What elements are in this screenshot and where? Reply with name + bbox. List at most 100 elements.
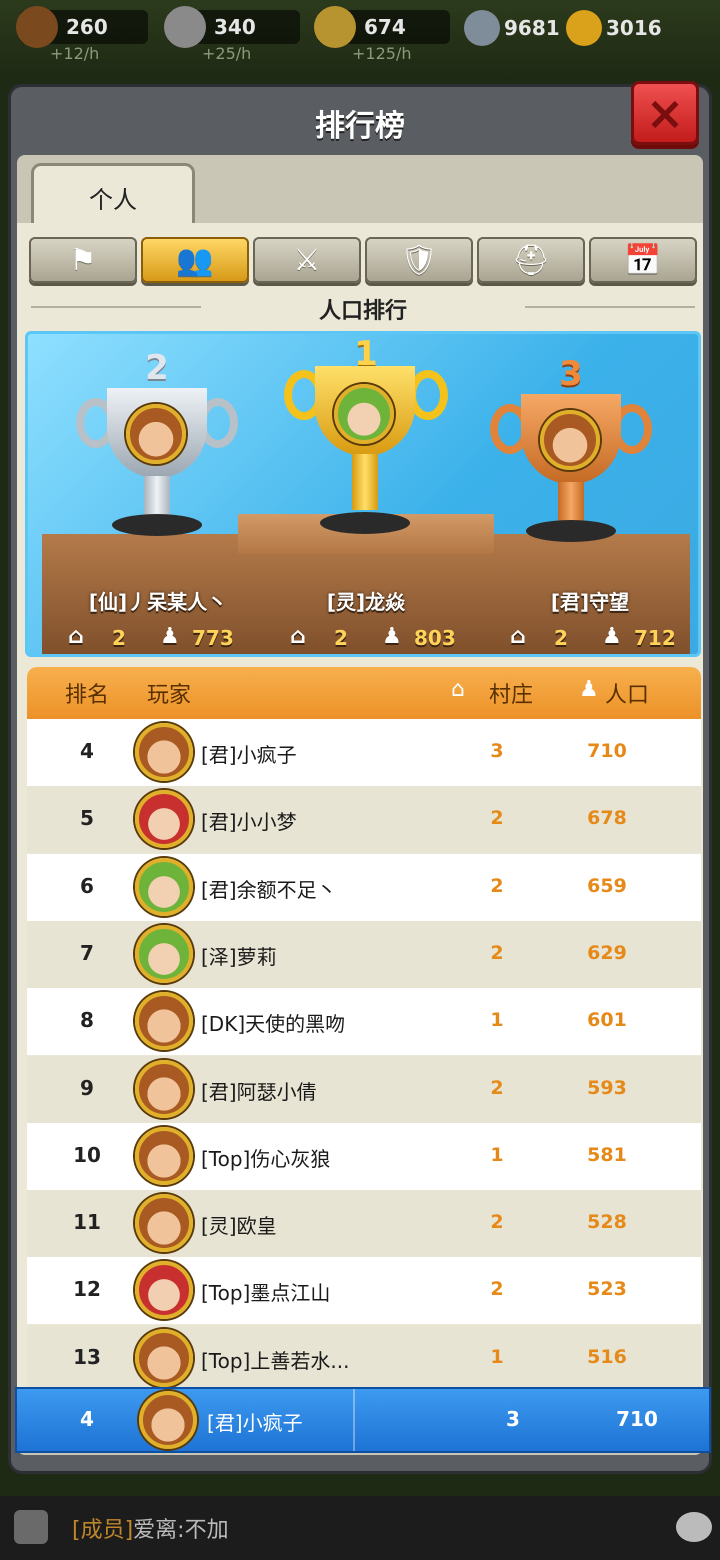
row-rank: 7: [80, 940, 94, 965]
podium-villages: 2: [554, 626, 568, 650]
row-villages: 2: [490, 807, 504, 830]
gold-balance[interactable]: 3016: [566, 10, 676, 46]
podium-name-2[interactable]: [仙]丿呆某人丶: [48, 586, 268, 615]
table-row[interactable]: 12 [Top]墨点江山 2 523: [27, 1257, 701, 1325]
calendar-icon: 📅: [624, 243, 662, 278]
avatar[interactable]: [135, 924, 193, 983]
chat-message[interactable]: [成员]爱离:不加: [72, 1512, 229, 1544]
table-row[interactable]: 10 [Top]伤心灰狼 1 581: [27, 1122, 701, 1190]
tab-personal-label: 个人: [89, 186, 137, 214]
row-population: 678: [587, 807, 627, 830]
table-row[interactable]: 13 [Top]上善若水... 1 516: [27, 1324, 701, 1392]
podium-population: 773: [192, 626, 234, 650]
row-villages: 1: [490, 1143, 504, 1166]
row-population: 593: [587, 1076, 627, 1099]
trophy-rank-2: 2: [145, 348, 169, 388]
podium-name-1[interactable]: [灵]龙焱: [256, 586, 476, 615]
silver-value: 9681: [504, 16, 560, 40]
avatar[interactable]: [135, 1328, 193, 1387]
avatar[interactable]: [135, 857, 193, 916]
table-row[interactable]: 8 [DK]天使的黑吻 1 601: [27, 988, 701, 1056]
stone-value: 340: [214, 15, 256, 39]
category-hero-button[interactable]: ⛑: [477, 237, 585, 283]
avatar[interactable]: [135, 1261, 193, 1320]
header-villages: 村庄: [489, 683, 534, 708]
silver-coin-icon: [464, 10, 500, 46]
wood-rate: +12/h: [50, 44, 100, 63]
table-row[interactable]: 6 [君]余额不足丶 2 659: [27, 853, 701, 921]
house-icon: ⌂: [510, 624, 526, 649]
avatar[interactable]: [334, 384, 394, 444]
attack-icon: ⚔: [293, 243, 321, 278]
table-row[interactable]: 9 [君]阿瑟小倩 2 593: [27, 1055, 701, 1123]
row-rank: 11: [73, 1210, 101, 1235]
row-player-name: [君]小疯子: [201, 743, 297, 767]
table-row[interactable]: 11 [灵]欧皇 2 528: [27, 1190, 701, 1258]
tab-personal[interactable]: 个人: [31, 163, 195, 225]
table-row[interactable]: 7 [泽]萝莉 2 629: [27, 920, 701, 988]
trophy-rank-3: 3: [559, 354, 583, 394]
avatar[interactable]: [135, 992, 193, 1051]
avatar[interactable]: [135, 723, 193, 781]
trophy-stem: [558, 482, 584, 522]
leaderboard-panel: 排行榜 × 个人 ⚑ 👥 ⚔ 🛡 ⛑ 📅 人口排行 2 1 3 [仙]丿呆某人丶…: [8, 81, 712, 1474]
top3-podium: 2 1 3 [仙]丿呆某人丶 [灵]龙焱 [君]守望 ⌂ 2 ♟ 773 ⌂ 2…: [25, 331, 701, 657]
chat-bubble-icon[interactable]: [676, 1512, 712, 1542]
category-defense-button[interactable]: 🛡: [365, 237, 473, 283]
person-icon: ♟: [382, 624, 402, 649]
defense-icon: 🛡: [399, 243, 439, 278]
row-player-name: [灵]欧皇: [201, 1214, 277, 1239]
category-calendar-button[interactable]: 📅: [589, 237, 697, 283]
row-player-name: [Top]墨点江山: [201, 1281, 331, 1306]
row-player-name: [君]小小梦: [201, 810, 297, 835]
self-villages: 3: [506, 1407, 520, 1431]
resource-bar: 260 +12/h 340 +25/h 674 +125/h 9681 3016: [0, 0, 720, 80]
trophy-bronze: 3: [490, 354, 652, 544]
row-rank: 8: [80, 1008, 94, 1033]
self-rank-row[interactable]: 4 [君]小疯子 3 710: [15, 1387, 711, 1453]
row-player-name: [君]余额不足丶: [201, 877, 337, 902]
row-rank: 5: [80, 806, 94, 831]
row-population: 528: [587, 1211, 627, 1234]
close-button[interactable]: ×: [631, 81, 699, 145]
avatar[interactable]: [135, 1194, 193, 1253]
row-rank: 6: [80, 873, 94, 898]
resource-wood[interactable]: 260: [16, 6, 148, 48]
gold-coin-icon: [566, 10, 602, 46]
podium-stats-2: ⌂ 2 ♟ 773: [68, 624, 288, 654]
resource-wheat[interactable]: 674: [314, 6, 450, 48]
self-name: [君]小疯子: [207, 1411, 303, 1435]
self-population: 710: [616, 1407, 658, 1431]
podium-stats-1: ⌂ 2 ♟ 803: [290, 624, 510, 654]
chat-bar[interactable]: [成员]爱离:不加: [0, 1496, 720, 1560]
row-villages: 2: [490, 1211, 504, 1234]
podium-stats-3: ⌂ 2 ♟ 712: [510, 624, 698, 654]
row-villages: 2: [490, 1278, 504, 1301]
avatar[interactable]: [135, 1059, 193, 1118]
podium-name-3[interactable]: [君]守望: [480, 586, 698, 615]
resource-stone[interactable]: 340: [164, 6, 300, 48]
house-icon: ⌂: [68, 624, 84, 649]
category-attack-button[interactable]: ⚔: [253, 237, 361, 283]
silver-balance[interactable]: 9681: [464, 10, 564, 46]
alliance-icon[interactable]: [14, 1510, 48, 1544]
avatar[interactable]: [139, 1391, 197, 1449]
podium-population: 803: [414, 626, 456, 650]
person-icon: ♟: [160, 624, 180, 649]
trophy-stem: [144, 476, 170, 516]
person-icon: ♟: [602, 624, 622, 649]
section-title: 人口排行: [318, 299, 407, 324]
avatar[interactable]: [135, 1126, 193, 1185]
avatar[interactable]: [135, 790, 193, 849]
close-icon: ×: [645, 86, 685, 140]
category-territory-button[interactable]: ⚑: [29, 237, 137, 283]
wheat-value: 674: [364, 15, 406, 39]
row-population: 710: [587, 740, 627, 762]
category-population-button[interactable]: 👥: [141, 237, 249, 283]
header-population: 人口: [605, 683, 650, 708]
avatar[interactable]: [540, 410, 600, 470]
header-rank: 排名: [65, 683, 110, 708]
table-row[interactable]: 4 [君]小疯子 3 710: [27, 719, 701, 786]
avatar[interactable]: [126, 404, 186, 464]
table-row[interactable]: 5 [君]小小梦 2 678: [27, 786, 701, 854]
